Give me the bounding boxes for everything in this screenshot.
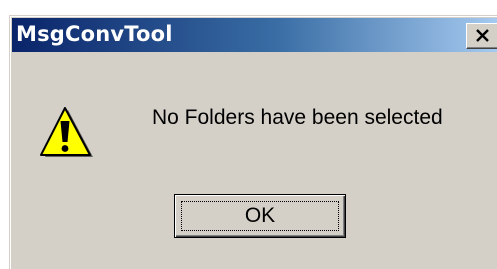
window-title: MsgConvTool: [16, 22, 173, 46]
focus-rectangle: OK: [181, 201, 339, 231]
close-button[interactable]: [466, 23, 497, 49]
title-bar[interactable]: MsgConvTool: [12, 18, 497, 52]
close-icon: [476, 29, 489, 42]
warning-icon: [39, 106, 95, 160]
ok-button-label: OK: [244, 204, 276, 227]
message-dialog: MsgConvTool No Folders have been selecte…: [9, 15, 497, 269]
ok-button[interactable]: OK: [174, 194, 346, 238]
message-text: No Folders have been selected: [152, 106, 443, 129]
